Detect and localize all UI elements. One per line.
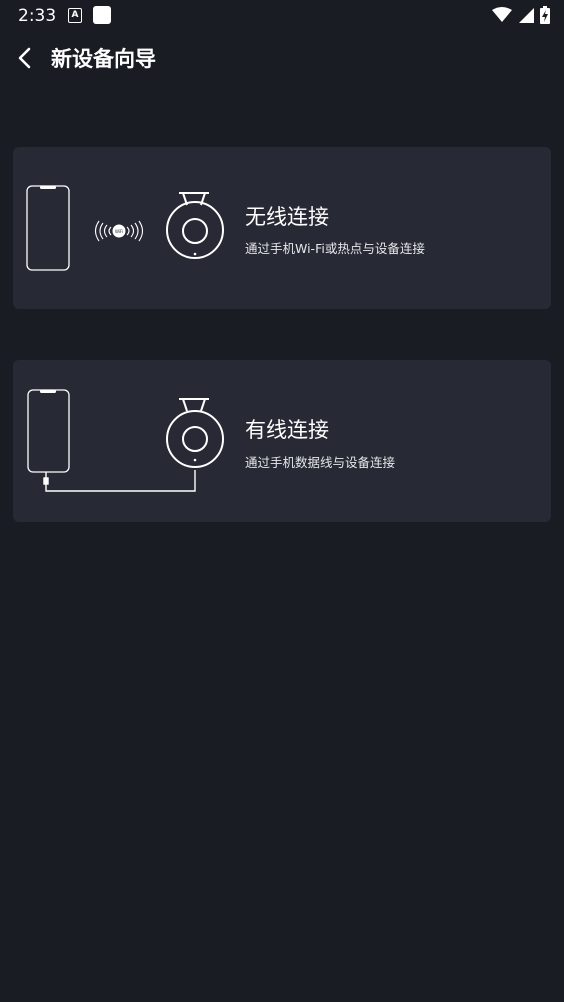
wired-title: 有线连接 bbox=[245, 418, 329, 442]
wired-connection-card[interactable]: 有线连接 通过手机数据线与设备连接 bbox=[13, 360, 551, 522]
status-time: 2:33 bbox=[18, 6, 57, 26]
wired-illustration bbox=[27, 389, 224, 492]
keyboard-notification-icon: A bbox=[68, 8, 82, 23]
wired-subtitle: 通过手机数据线与设备连接 bbox=[245, 455, 396, 470]
phone-icon bbox=[27, 389, 70, 473]
phone-icon bbox=[26, 185, 70, 271]
wifi-signal-icon bbox=[492, 7, 512, 22]
wireless-subtitle: 通过手机Wi-Fi或热点与设备连接 bbox=[245, 241, 425, 256]
chevron-left-icon bbox=[18, 47, 31, 69]
usb-cable-icon bbox=[43, 470, 196, 492]
wireless-connection-card[interactable]: WiFi 无线连接 通过手机Wi-Fi或热点与设备连接 bbox=[13, 147, 551, 309]
page-title: 新设备向导 bbox=[51, 47, 156, 71]
app-notification-icon bbox=[93, 6, 111, 24]
wireless-title: 无线连接 bbox=[245, 205, 329, 229]
wireless-illustration: WiFi bbox=[26, 185, 224, 271]
back-button[interactable] bbox=[10, 42, 42, 74]
camera-device-icon bbox=[166, 192, 224, 259]
wifi-badge-label: WiFi bbox=[115, 229, 123, 234]
battery-charging-icon bbox=[540, 6, 550, 24]
status-icons bbox=[492, 6, 550, 24]
cell-signal-icon bbox=[519, 8, 534, 23]
status-bar: 2:33 A bbox=[0, 0, 564, 32]
app-header: 新设备向导 bbox=[0, 32, 564, 84]
camera-device-icon bbox=[166, 398, 224, 468]
